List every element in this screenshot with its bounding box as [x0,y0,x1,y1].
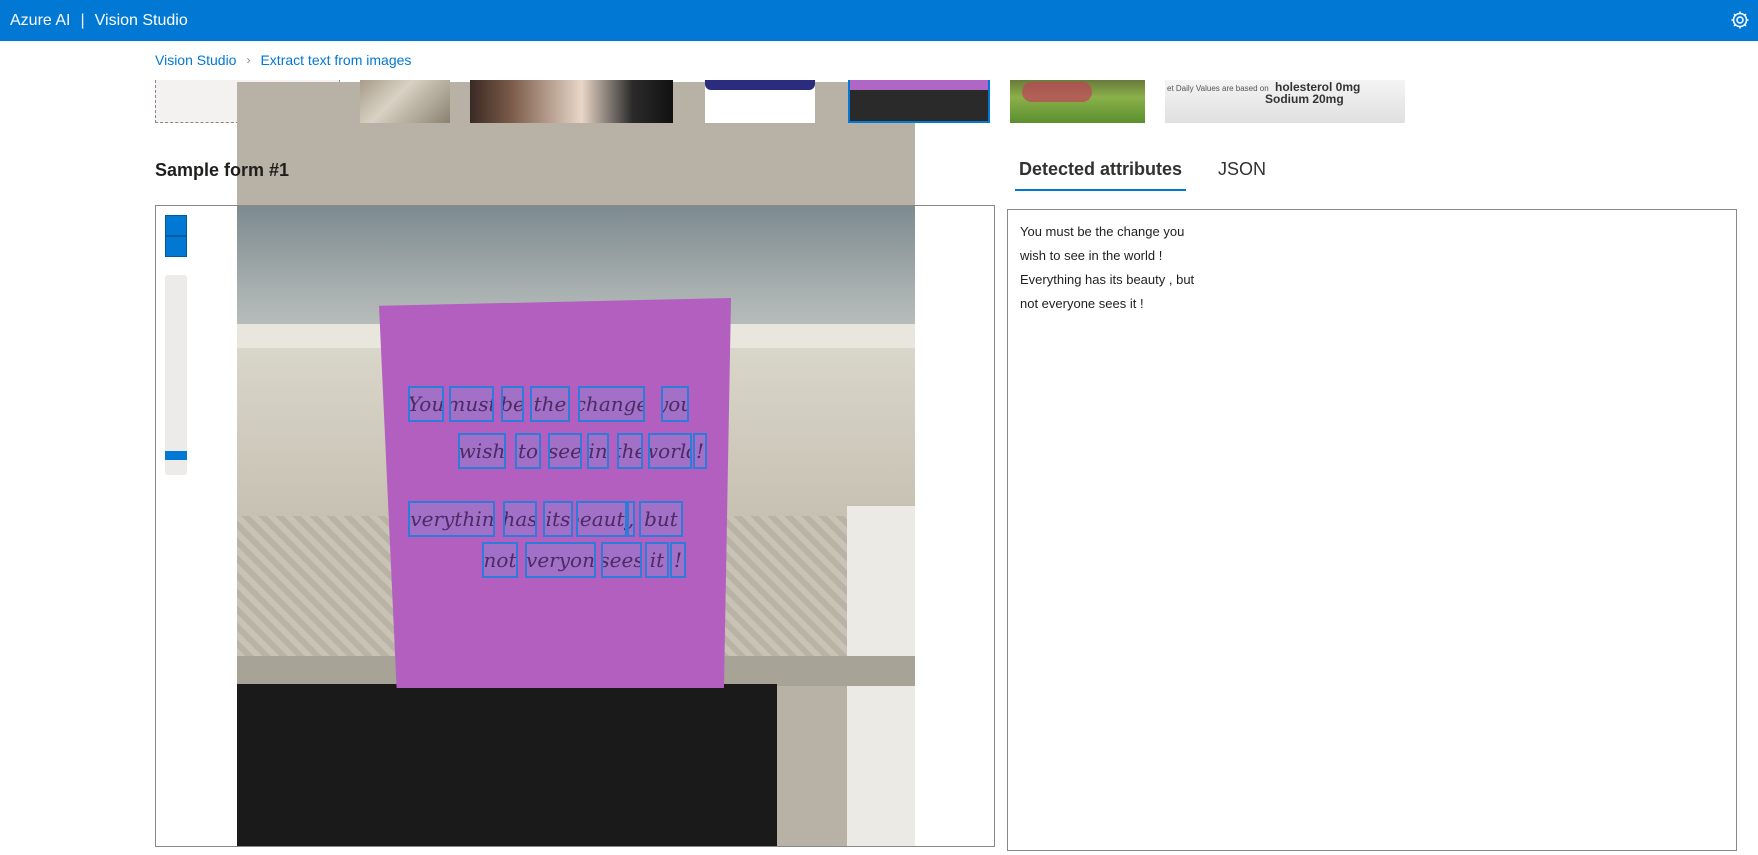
detected-line: wish to see in the world ! [1020,248,1163,263]
word-box[interactable]: its [543,501,573,537]
zoom-slider-handle[interactable] [165,451,187,460]
word-box[interactable]: , [627,501,635,537]
detected-line: Everything has its beauty , but [1020,272,1195,287]
sticky-note [379,298,731,688]
word-box[interactable]: to [515,433,541,469]
word-box[interactable]: has [503,501,537,537]
zoom-slider[interactable] [165,275,187,475]
thumbnail-nutrition-label[interactable]: et Daily Values are based on holesterol … [1165,80,1405,123]
thumbnail-bicycle[interactable] [1010,80,1145,123]
word-box[interactable]: the [530,386,570,422]
word-box[interactable]: everyone [525,542,596,578]
word-box[interactable]: sees [601,542,642,578]
thumbnail-sticky-note-selected[interactable] [848,80,990,123]
word-box[interactable]: beauty [576,501,627,537]
breadcrumb: Vision Studio › Extract text from images [155,52,411,68]
breadcrumb-extract-text[interactable]: Extract text from images [260,52,411,68]
badge-shape [705,80,815,90]
chevron-right-icon: › [246,53,251,67]
tab-detected-attributes[interactable]: Detected attributes [1015,155,1187,191]
detected-text-panel: You must be the change you wish to see i… [1007,209,1737,851]
word-box[interactable]: must [449,386,494,422]
sample-title: Sample form #1 [155,160,290,180]
sample-thumbnails: or Take a photo et Daily Values are base… [155,80,1405,722]
gear-icon[interactable] [1730,10,1750,30]
brand-label: Azure AI [10,11,71,29]
upload-box[interactable]: or Take a photo [155,80,915,722]
nutrition-text-sodium: Sodium 20mg [1265,92,1344,106]
sample-image: Youmustbethechangeyouwishtoseeintheworld… [237,206,915,846]
word-box[interactable]: be [501,386,524,422]
word-box[interactable]: in [587,433,609,469]
word-box[interactable]: You [408,386,444,422]
word-box[interactable]: see [548,433,582,469]
brand-separator: | [80,11,85,29]
zoom-in-button[interactable] [165,215,187,236]
word-box[interactable]: world [648,433,692,469]
result-tabs: Detected attributes JSON [1015,155,1298,191]
word-box[interactable]: change [578,386,645,422]
product-label[interactable]: Vision Studio [95,12,188,30]
breadcrumb-vision-studio[interactable]: Vision Studio [155,52,236,68]
word-box[interactable]: wish [458,433,506,469]
word-box[interactable]: the [617,433,643,469]
word-box[interactable]: you [661,386,689,422]
word-box[interactable]: it [645,542,669,578]
tab-json[interactable]: JSON [1214,155,1270,191]
top-bar: Azure AI | Vision Studio [0,0,1758,41]
word-box[interactable]: not [482,542,518,578]
detected-line: You must be the change you [1020,224,1185,239]
thumbnail-card[interactable] [360,80,450,123]
zoom-control [165,215,187,475]
word-box[interactable]: ! [670,542,686,578]
word-box[interactable]: ! [693,433,707,469]
zoom-out-button[interactable] [165,236,187,257]
detected-line: not everyone sees it ! [1020,296,1144,311]
nutrition-text-small: et Daily Values are based on [1167,84,1269,93]
thumbnail-person[interactable] [470,80,673,123]
image-viewer[interactable]: Youmustbethechangeyouwishtoseeintheworld… [155,205,995,847]
bicycle-shape [1022,82,1092,102]
thumbnail-badge[interactable] [705,80,815,123]
word-box[interactable]: Everything [408,501,495,537]
word-box[interactable]: but [639,501,683,537]
photo-monitor [237,684,777,846]
